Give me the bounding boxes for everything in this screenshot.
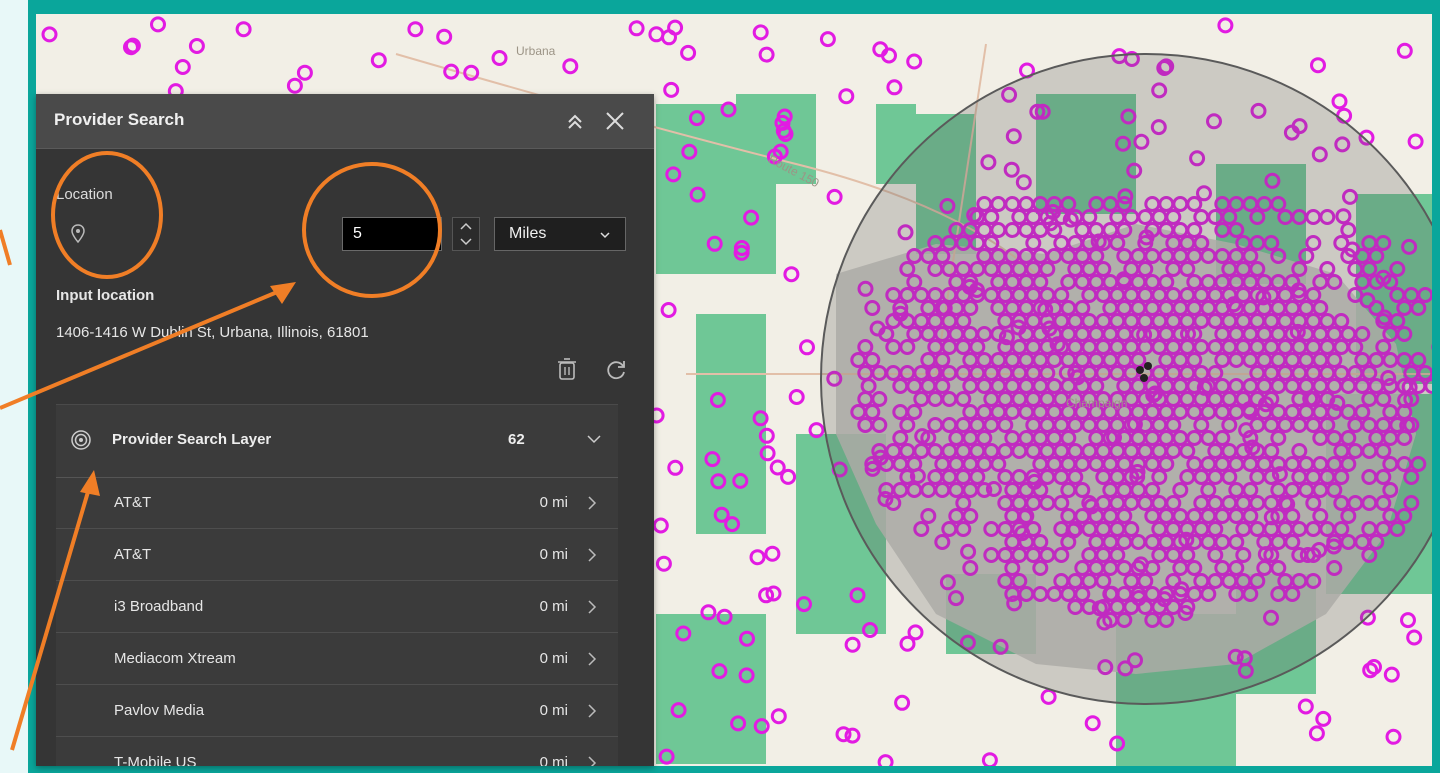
close-icon bbox=[606, 112, 624, 130]
provider-name: Pavlov Media bbox=[114, 702, 205, 719]
layer-count: 62 bbox=[508, 431, 525, 448]
input-location-value: 1406-1416 W Dublin St, Urbana, Illinois,… bbox=[56, 324, 369, 341]
provider-distance: 0 mi bbox=[539, 546, 568, 563]
provider-name: Mediacom Xtream bbox=[114, 650, 236, 667]
provider-name: i3 Broadband bbox=[114, 598, 204, 615]
location-label: Location bbox=[56, 186, 113, 203]
chevron-right-icon bbox=[588, 652, 597, 666]
chevron-up-icon bbox=[460, 222, 472, 230]
close-button[interactable] bbox=[600, 106, 630, 136]
map-label-urbana-north: Urbana bbox=[516, 44, 556, 58]
provider-row[interactable]: T-Mobile US 0 mi bbox=[56, 737, 618, 766]
provider-distance: 0 mi bbox=[539, 494, 568, 511]
layer-target-icon bbox=[71, 430, 91, 450]
provider-row[interactable]: i3 Broadband 0 mi bbox=[56, 581, 618, 633]
chevron-right-icon bbox=[588, 704, 597, 718]
search-radius-circle bbox=[820, 53, 1432, 705]
collapse-button[interactable] bbox=[560, 106, 590, 136]
panel-title: Provider Search bbox=[54, 110, 185, 129]
chevron-down-icon bbox=[600, 232, 610, 239]
refresh-button[interactable] bbox=[604, 358, 628, 382]
provider-distance: 0 mi bbox=[539, 702, 568, 719]
chevron-down-icon bbox=[460, 238, 472, 246]
location-pin-button[interactable] bbox=[71, 224, 85, 244]
provider-row[interactable]: Pavlov Media 0 mi bbox=[56, 685, 618, 737]
provider-search-panel: Provider Search Location Mile bbox=[36, 94, 654, 766]
results-list: Provider Search Layer 62 AT&T 0 mi AT&T 0 m… bbox=[56, 404, 618, 766]
chevron-down-icon bbox=[587, 435, 601, 444]
provider-row[interactable]: AT&T 0 mi bbox=[56, 529, 618, 581]
trash-icon bbox=[558, 358, 576, 380]
stepper-up-button[interactable] bbox=[453, 218, 479, 234]
input-location-label: Input location bbox=[56, 287, 155, 304]
chevron-right-icon bbox=[588, 756, 597, 766]
units-select[interactable]: Miles bbox=[494, 217, 626, 251]
panel-header: Provider Search bbox=[36, 94, 654, 149]
provider-distance: 0 mi bbox=[539, 650, 568, 667]
map-pin-icon bbox=[71, 224, 85, 244]
provider-name: T-Mobile US bbox=[114, 754, 197, 766]
layer-title: Provider Search Layer bbox=[112, 431, 272, 448]
annotation-tick bbox=[0, 229, 12, 266]
layer-header[interactable]: Provider Search Layer 62 bbox=[56, 405, 618, 478]
map-label-city: Champaign bbox=[1066, 396, 1128, 410]
refresh-icon bbox=[607, 361, 625, 380]
provider-name: AT&T bbox=[114, 494, 152, 511]
clear-button[interactable] bbox=[556, 357, 578, 381]
provider-row[interactable]: Mediacom Xtream 0 mi bbox=[56, 633, 618, 685]
provider-distance: 0 mi bbox=[539, 598, 568, 615]
distance-stepper[interactable] bbox=[452, 217, 480, 251]
chevron-right-icon bbox=[588, 548, 597, 562]
chevron-right-icon bbox=[588, 600, 597, 614]
provider-name: AT&T bbox=[114, 546, 152, 563]
units-value: Miles bbox=[509, 225, 547, 242]
double-chevron-up-icon bbox=[568, 114, 582, 129]
provider-distance: 0 mi bbox=[539, 754, 568, 766]
distance-input[interactable] bbox=[342, 217, 442, 251]
provider-row[interactable]: AT&T 0 mi bbox=[56, 477, 618, 529]
chevron-right-icon bbox=[588, 496, 597, 510]
stepper-down-button[interactable] bbox=[453, 234, 479, 250]
